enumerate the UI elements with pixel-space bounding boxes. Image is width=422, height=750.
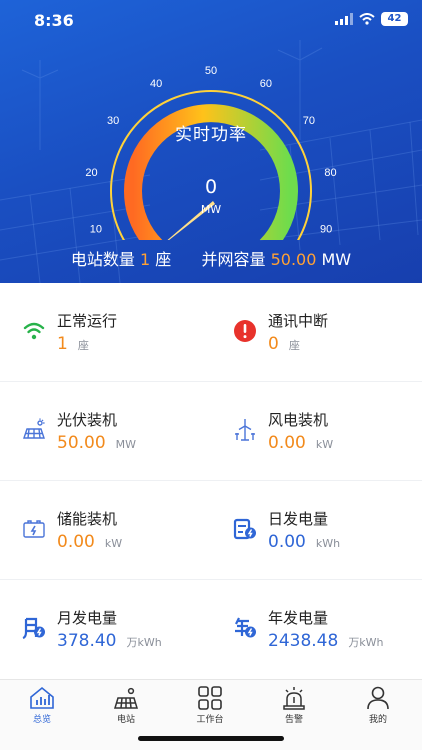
storage-capacity-unit: kW xyxy=(104,537,123,550)
person-icon xyxy=(367,686,389,710)
signal-icon xyxy=(335,13,353,25)
storage-capacity-label: 储能装机 xyxy=(57,510,118,528)
wind-capacity-card[interactable]: 风电装机 0.00 kW xyxy=(211,382,422,480)
solar-panel-icon xyxy=(23,418,45,439)
gauge-tick-label: 50 xyxy=(205,65,217,77)
pv-capacity-card[interactable]: 光伏装机 50.00 MW xyxy=(0,382,211,480)
gauge-tick-label: 40 xyxy=(150,78,162,90)
normal-running-unit: 座 xyxy=(77,339,89,352)
gauge-tick-label: 10 xyxy=(90,223,102,235)
wind-turbine-icon xyxy=(235,419,255,441)
normal-running-label: 正常运行 xyxy=(57,312,118,330)
comm-interrupt-card[interactable]: 通讯中断 0座 xyxy=(211,283,422,381)
grid-capacity-value: 50.00 xyxy=(270,250,317,269)
monthly-generation-unit: 万kWh xyxy=(126,636,162,649)
station-count-label: 电站数量 xyxy=(70,250,135,269)
storage-capacity-card[interactable]: 储能装机 0.00 kW xyxy=(0,481,211,579)
stats-panel: 正常运行 1座 通讯中断 0座 光伏装机 50.00 MW 风电装机 0.00 … xyxy=(0,283,422,679)
alarm-icon xyxy=(283,687,305,710)
wind-capacity-value: 0.00 xyxy=(268,433,306,453)
tab-station-label: 电站 xyxy=(116,715,135,725)
yearly-generation-value: 2438.48 xyxy=(268,631,339,651)
battery-indicator: 42 xyxy=(381,12,408,26)
stats-row-status: 正常运行 1座 通讯中断 0座 xyxy=(0,283,422,382)
yearly-generation-label: 年发电量 xyxy=(268,609,329,627)
daily-generation-unit: kWh xyxy=(315,537,341,550)
tab-alarm[interactable]: 告警 xyxy=(252,686,336,726)
yearly-generation-card[interactable]: 年发电量 2438.48 万kWh xyxy=(211,580,422,678)
home-indicator xyxy=(138,736,284,741)
stats-row-generation: 月发电量 378.40 万kWh 年发电量 2438.48 万kWh xyxy=(0,580,422,679)
gauge-tick-label: 90 xyxy=(320,223,332,235)
tab-workbench-label: 工作台 xyxy=(196,715,224,725)
monthly-generation-label: 月发电量 xyxy=(57,609,118,627)
tab-station[interactable]: 电站 xyxy=(84,686,168,726)
solar-station-icon xyxy=(113,687,139,709)
gauge-unit: MW xyxy=(200,203,222,216)
wind-capacity-unit: kW xyxy=(315,438,334,451)
monthly-generation-card[interactable]: 月发电量 378.40 万kWh xyxy=(0,580,211,678)
normal-running-value: 1 xyxy=(57,334,68,354)
pv-capacity-unit: MW xyxy=(115,438,137,451)
tab-alarm-label: 告警 xyxy=(284,715,303,725)
station-count-value: 1 xyxy=(139,250,151,269)
status-time: 8:36 xyxy=(34,11,74,30)
gauge-tick-label: 60 xyxy=(260,78,272,90)
wind-capacity-label: 风电装机 xyxy=(268,411,329,429)
tab-workbench[interactable]: 工作台 xyxy=(168,686,252,726)
tab-mine[interactable]: 我的 xyxy=(336,686,420,726)
gauge-value: 0 xyxy=(204,176,218,198)
tab-overview[interactable]: 总览 xyxy=(0,686,84,726)
daily-generation-value: 0.00 xyxy=(268,532,306,552)
hero-summary: 电站数量 1 座 并网容量 50.00 MW xyxy=(0,246,422,270)
yearly-generation-unit: 万kWh xyxy=(348,636,384,649)
wifi-icon xyxy=(359,13,375,25)
gauge-title: 实时功率 xyxy=(175,125,247,145)
wifi-status-icon xyxy=(23,322,45,340)
tab-mine-label: 我的 xyxy=(368,715,387,725)
storage-capacity-value: 0.00 xyxy=(57,532,95,552)
yearly-energy-icon xyxy=(235,617,256,638)
comm-interrupt-label: 通讯中断 xyxy=(268,312,329,330)
daily-generation-card[interactable]: 日发电量 0.00 kWh xyxy=(211,481,422,579)
pv-capacity-label: 光伏装机 xyxy=(57,411,118,429)
hero-banner: 8:36 42 01020304050 xyxy=(0,0,422,283)
battery-storage-icon xyxy=(23,520,45,538)
daily-generation-label: 日发电量 xyxy=(268,510,329,528)
pv-capacity-value: 50.00 xyxy=(57,433,106,453)
tab-overview-label: 总览 xyxy=(32,715,51,725)
stats-row-energy: 储能装机 0.00 kW 日发电量 0.00 kWh xyxy=(0,481,422,580)
status-bar: 8:36 42 xyxy=(0,0,422,40)
normal-running-card[interactable]: 正常运行 1座 xyxy=(0,283,211,381)
grid-capacity-label: 并网容量 xyxy=(201,250,266,269)
home-chart-icon xyxy=(30,686,54,709)
daily-energy-icon xyxy=(233,518,256,540)
alert-icon xyxy=(234,320,256,342)
monthly-generation-value: 378.40 xyxy=(57,631,117,651)
comm-interrupt-value: 0 xyxy=(268,334,279,354)
monthly-energy-icon xyxy=(22,617,45,640)
comm-interrupt-unit: 座 xyxy=(288,339,300,352)
station-count-unit: 座 xyxy=(155,250,172,269)
grid-icon xyxy=(198,686,222,710)
stats-row-capacity: 光伏装机 50.00 MW 风电装机 0.00 kW xyxy=(0,382,422,481)
grid-capacity-unit: MW xyxy=(321,250,352,269)
